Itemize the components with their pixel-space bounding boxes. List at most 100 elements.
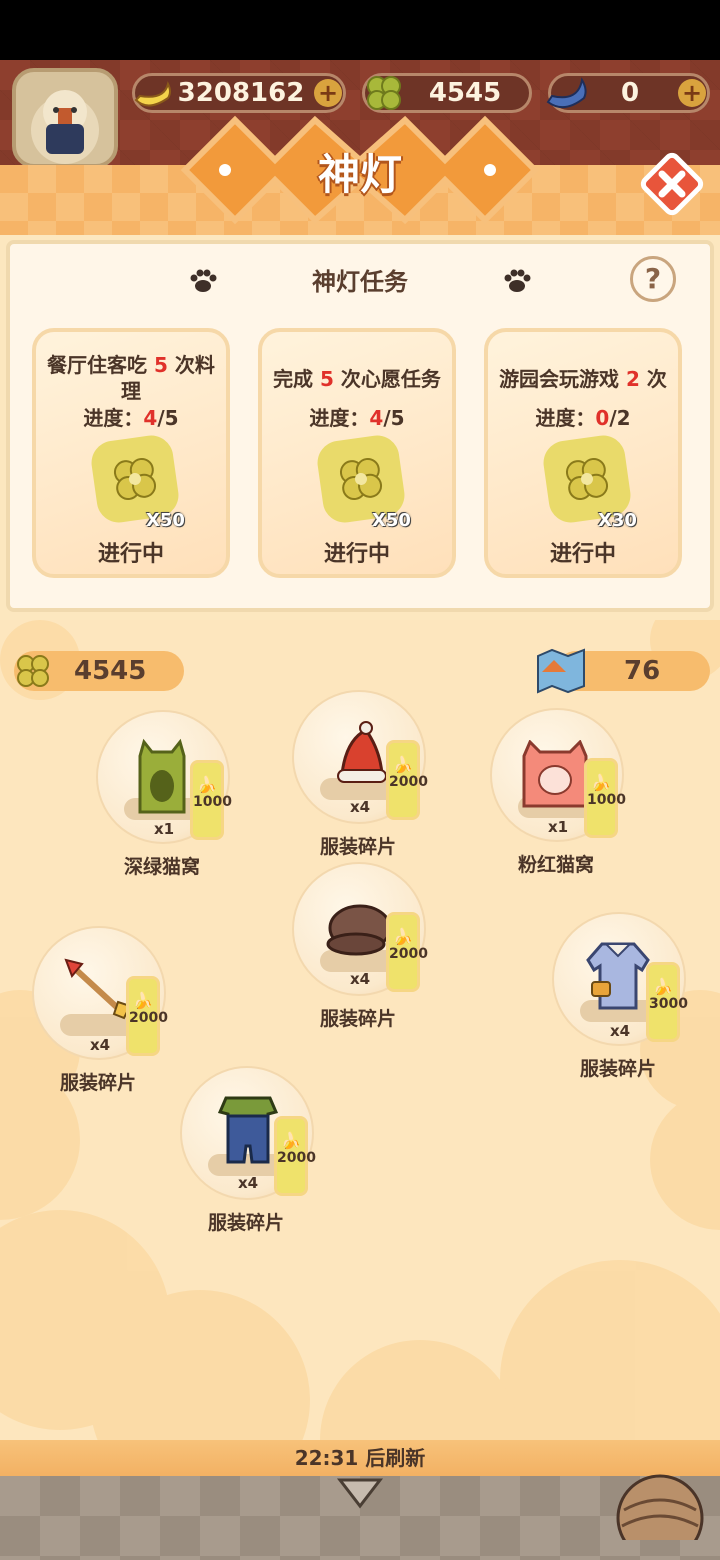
price-tag: 🍌 2000	[274, 1116, 316, 1196]
task-description: 完成 5 次心愿任务	[268, 366, 446, 392]
cat-avatar-icon	[31, 90, 99, 164]
progress-current: 0	[595, 406, 610, 430]
item-quantity: x1	[154, 820, 175, 838]
item-quantity: x1	[548, 818, 569, 836]
shop-item[interactable]: x1 🍌 1000 粉红猫窝	[490, 708, 660, 878]
add-banana-button[interactable]: +	[314, 79, 342, 107]
shop-item[interactable]: x4 🍌 3000 服装碎片	[552, 912, 720, 1082]
shop-item[interactable]: x4 🍌 2000 服装碎片	[292, 862, 462, 1032]
shop-item[interactable]: x4 🍌 2000 服装碎片	[292, 690, 462, 860]
overalls-icon	[218, 1096, 278, 1164]
green-cat-bed-icon	[138, 738, 186, 814]
task-desc-text: 次心愿任务	[333, 367, 441, 391]
item-name: 服装碎片	[59, 1072, 136, 1094]
item-quantity: x4	[90, 1036, 111, 1054]
player-avatar[interactable]	[12, 68, 118, 168]
banana-icon: 🍌	[653, 977, 673, 996]
item-name: 粉红猫窝	[517, 854, 594, 876]
task-progress: 进度：4/5	[36, 402, 226, 431]
task-target-count: 5	[320, 367, 334, 391]
task-card[interactable]: 餐厅住客吃 5 次料理 进度：4/5 X50 进行中	[32, 328, 230, 578]
task-desc-text: 游园会玩游戏	[499, 367, 627, 391]
task-status: 进行中	[323, 542, 390, 567]
price-tag: 🍌 1000	[584, 758, 626, 838]
item-quantity: x4	[350, 798, 371, 816]
banana-icon: 🍌	[591, 773, 611, 792]
reward-quantity: X50	[146, 510, 185, 531]
banana-icon: 🍌	[197, 775, 217, 794]
map-ticket-icon	[537, 648, 585, 694]
banana-count: 3208162	[177, 78, 305, 108]
task-target-count: 2	[626, 367, 640, 391]
item-name: 服装碎片	[207, 1212, 284, 1234]
progress-current: 4	[143, 406, 158, 430]
task-progress: 进度：0/2	[488, 402, 678, 431]
task-target-count: 5	[154, 353, 168, 377]
help-button[interactable]: ?	[630, 256, 676, 302]
banana-icon: 🍌	[393, 927, 413, 946]
add-blue-banana-button[interactable]: +	[678, 79, 706, 107]
item-price: 3000	[649, 996, 688, 1012]
page-title: 神灯	[317, 150, 402, 199]
close-icon[interactable]	[640, 152, 704, 216]
progress-label: 进度：	[309, 406, 370, 430]
price-tag: 🍌 2000	[386, 740, 428, 820]
task-description: 餐厅住客吃 5 次料理	[42, 352, 220, 404]
banana-icon: 🍌	[281, 1131, 301, 1150]
banana-icon: 🍌	[133, 991, 153, 1010]
paw-icon	[190, 269, 217, 292]
paw-icon	[504, 269, 531, 292]
arrow-icon	[64, 958, 132, 1020]
item-quantity: x4	[238, 1174, 259, 1192]
santa-hat-icon	[337, 721, 387, 783]
progress-current: 4	[369, 406, 384, 430]
banana-icon: 🍌	[393, 755, 413, 774]
yarn-ball-icon[interactable]	[612, 1470, 708, 1540]
jacket-icon	[586, 942, 650, 1010]
item-price: 1000	[193, 794, 232, 810]
progress-label: 进度：	[83, 406, 144, 430]
progress-label: 进度：	[535, 406, 596, 430]
reward-quantity: X30	[598, 510, 637, 531]
task-card[interactable]: 游园会玩游戏 2 次 进度：0/2 X30 进行中	[484, 328, 682, 578]
clover-balance-count: 4545	[74, 656, 147, 686]
progress-total: /2	[609, 406, 631, 430]
ticket-balance-count: 76	[624, 656, 661, 686]
task-desc-text: 餐厅住客吃	[47, 353, 155, 377]
status-bar	[0, 0, 720, 60]
task-progress: 进度：4/5	[262, 402, 452, 431]
progress-total: /5	[157, 406, 179, 430]
shop-item[interactable]: x4 🍌 2000 服装碎片	[180, 1066, 350, 1236]
price-tag: 🍌 2000	[386, 912, 428, 992]
item-price: 2000	[277, 1150, 316, 1166]
item-name: 深绿猫窝	[123, 856, 200, 878]
item-price: 1000	[587, 792, 626, 808]
price-tag: 🍌 3000	[646, 962, 688, 1042]
progress-total: /5	[383, 406, 405, 430]
reward-quantity: X50	[372, 510, 411, 531]
item-price: 2000	[389, 774, 428, 790]
item-name: 服装碎片	[319, 836, 396, 858]
item-name: 服装碎片	[319, 1008, 396, 1030]
task-status: 进行中	[549, 542, 616, 567]
task-card[interactable]: 完成 5 次心愿任务 进度：4/5 X50 进行中	[258, 328, 456, 578]
item-price: 2000	[129, 1010, 168, 1026]
task-desc-text: 次	[639, 367, 667, 391]
task-desc-text: 完成	[273, 367, 321, 391]
chevron-down-icon[interactable]	[336, 1476, 384, 1512]
price-tag: 🍌 2000	[126, 976, 168, 1056]
task-status: 进行中	[97, 542, 164, 567]
shop-item[interactable]: x1 🍌 1000 深绿猫窝	[96, 710, 266, 880]
item-quantity: x4	[610, 1022, 631, 1040]
clover-count: 4545	[428, 78, 502, 108]
clover-icon	[17, 655, 49, 687]
price-tag: 🍌 1000	[190, 760, 232, 840]
task-panel-title: 神灯任务	[312, 268, 408, 296]
shop-item[interactable]: x4 🍌 2000 服装碎片	[32, 926, 202, 1096]
blue-banana-count: 0	[620, 78, 640, 108]
pink-cat-bed-icon	[522, 740, 588, 808]
task-description: 游园会玩游戏 2 次	[494, 366, 672, 392]
item-price: 2000	[389, 946, 428, 962]
item-name: 服装碎片	[579, 1058, 656, 1080]
item-quantity: x4	[350, 970, 371, 988]
